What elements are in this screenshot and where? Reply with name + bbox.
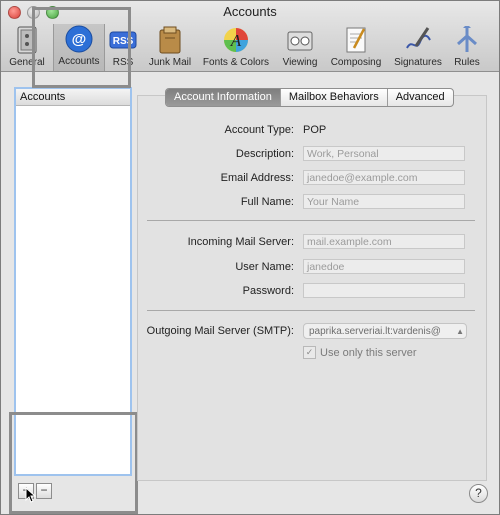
tab-advanced[interactable]: Advanced (388, 89, 453, 106)
full-name-field[interactable]: Your Name (303, 194, 465, 209)
email-address-field[interactable]: janedoe@example.com (303, 170, 465, 185)
svg-text:A: A (230, 31, 242, 50)
toolbar-signatures[interactable]: Signatures (389, 25, 447, 69)
incoming-server-field[interactable]: mail.example.com (303, 234, 465, 249)
use-only-server-checkbox[interactable]: ✓ (303, 346, 316, 359)
highlight-box-add-account (9, 412, 138, 514)
accounts-list-header: Accounts (16, 89, 130, 106)
outgoing-server-value: paprika.serveriai.lt:vardenis@ (309, 326, 441, 337)
account-tabs: Account Information Mailbox Behaviors Ad… (165, 88, 454, 107)
description-field[interactable]: Work, Personal (303, 146, 465, 161)
toolbar-label-fonts-colors: Fonts & Colors (202, 57, 270, 68)
section-divider-1 (147, 220, 475, 221)
use-only-server-option[interactable]: ✓ Use only this server (303, 346, 417, 359)
tab-account-information[interactable]: Account Information (166, 89, 281, 106)
highlight-box-accounts-tab (32, 7, 131, 88)
email-address-label: Email Address: (220, 172, 294, 184)
toolbar-rules[interactable]: Rules (451, 25, 483, 69)
fonts-colors-icon: A (221, 25, 251, 55)
help-button[interactable]: ? (469, 484, 488, 503)
toolbar-label-junk-mail: Junk Mail (148, 57, 192, 68)
toolbar-label-rules: Rules (454, 57, 480, 68)
description-label: Description: (235, 148, 294, 160)
password-field[interactable] (303, 283, 465, 298)
viewing-icon (285, 25, 315, 55)
section-divider-2 (147, 310, 475, 311)
updown-arrows-icon: ▲▼ (456, 327, 464, 336)
toolbar-label-viewing: Viewing (282, 57, 318, 68)
use-only-server-label: Use only this server (320, 346, 417, 359)
tab-mailbox-behaviors[interactable]: Mailbox Behaviors (281, 89, 388, 106)
outgoing-server-label: Outgoing Mail Server (SMTP): (146, 325, 294, 337)
toolbar-junk-mail[interactable]: Junk Mail (144, 25, 196, 69)
user-name-label: User Name: (235, 261, 294, 273)
outgoing-server-select[interactable]: paprika.serveriai.lt:vardenis@ ▲▼ (303, 323, 467, 339)
account-type-label: Account Type: (224, 124, 294, 136)
toolbar-viewing[interactable]: Viewing (277, 25, 323, 69)
full-name-label: Full Name: (240, 196, 294, 208)
rules-icon (452, 25, 482, 55)
incoming-server-label: Incoming Mail Server: (187, 236, 294, 248)
signatures-icon (403, 25, 433, 55)
toolbar-label-signatures: Signatures (394, 57, 442, 68)
junk-mail-icon (155, 25, 185, 55)
user-name-field[interactable]: janedoe (303, 259, 465, 274)
password-label: Password: (242, 285, 294, 297)
toolbar-label-composing: Composing (330, 57, 382, 68)
mail-preferences-window: Accounts General @ Accounts RSS RSS Junk… (0, 0, 500, 515)
toolbar-composing[interactable]: Composing (327, 25, 385, 69)
account-type-value: POP (303, 124, 327, 136)
toolbar-fonts-colors[interactable]: A Fonts & Colors (199, 25, 273, 69)
composing-icon (341, 25, 371, 55)
